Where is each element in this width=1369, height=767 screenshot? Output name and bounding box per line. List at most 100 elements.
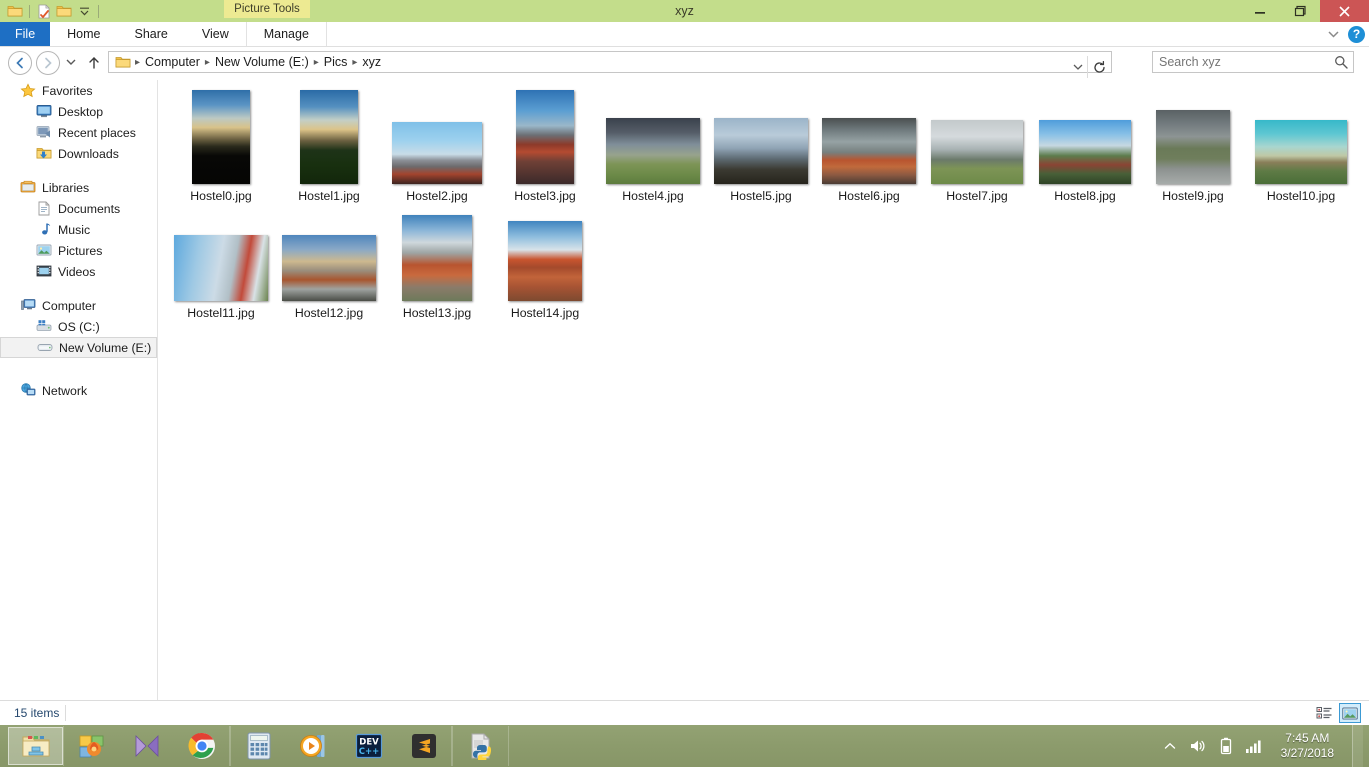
thumbnail-image xyxy=(300,90,358,184)
taskbar-python-idle[interactable] xyxy=(453,727,508,765)
taskbar-group-2: DEV C++ xyxy=(230,726,452,766)
battery-icon[interactable] xyxy=(1217,736,1235,756)
file-item[interactable]: Hostel5.jpg xyxy=(706,84,816,203)
thumbnail-container xyxy=(490,201,600,301)
tab-share[interactable]: Share xyxy=(118,22,185,46)
tab-view[interactable]: View xyxy=(185,22,246,46)
breadcrumb-separator[interactable]: ▸ xyxy=(203,57,212,68)
breadcrumb-new-volume[interactable]: New Volume (E:) xyxy=(212,52,312,72)
breadcrumb-bar[interactable]: ▸ Computer ▸ New Volume (E:) ▸ Pics ▸ xy… xyxy=(108,51,1112,78)
sidebar-group-libraries[interactable]: Libraries xyxy=(0,177,157,198)
up-one-level-button[interactable] xyxy=(85,52,103,72)
file-item[interactable]: Hostel14.jpg xyxy=(490,201,600,320)
chevron-down-icon[interactable] xyxy=(1324,30,1342,38)
taskbar-media-player[interactable] xyxy=(286,727,341,765)
customize-dropdown-icon[interactable] xyxy=(74,1,94,21)
file-item[interactable]: Hostel7.jpg xyxy=(922,84,1032,203)
breadcrumb-computer[interactable]: Computer xyxy=(142,52,203,72)
file-item[interactable]: Hostel4.jpg xyxy=(598,84,708,203)
search-box[interactable] xyxy=(1152,51,1354,73)
file-name: Hostel9.jpg xyxy=(1162,189,1224,203)
drive-icon xyxy=(37,340,53,356)
file-item[interactable]: Hostel13.jpg xyxy=(382,201,492,320)
file-item[interactable]: Hostel8.jpg xyxy=(1030,84,1140,203)
restore-button[interactable] xyxy=(1280,0,1320,22)
search-icon xyxy=(1334,55,1348,72)
file-item[interactable]: Hostel6.jpg xyxy=(814,84,924,203)
file-item[interactable]: Hostel0.jpg xyxy=(166,84,276,203)
volume-icon[interactable] xyxy=(1189,736,1207,756)
file-item[interactable]: Hostel3.jpg xyxy=(490,84,600,203)
address-dropdown-icon[interactable] xyxy=(1068,56,1088,78)
breadcrumb-pics[interactable]: Pics xyxy=(321,52,351,72)
breadcrumb-separator[interactable]: ▸ xyxy=(350,57,359,68)
computer-icon xyxy=(20,298,36,314)
taskbar-photo-gallery[interactable] xyxy=(64,727,119,765)
sidebar-item-os-c[interactable]: OS (C:) xyxy=(0,316,157,337)
sidebar-item-videos[interactable]: Videos xyxy=(0,261,157,282)
new-folder-icon[interactable] xyxy=(54,1,74,21)
file-name: Hostel10.jpg xyxy=(1266,189,1336,203)
taskbar-sublime-text[interactable] xyxy=(396,727,451,765)
system-tray: 7:45 AM 3/27/2018 xyxy=(1161,725,1369,767)
file-name: Hostel12.jpg xyxy=(294,306,364,320)
thumbnail-container xyxy=(1246,84,1356,184)
taskbar: DEV C++ 7:45 AM 3/27/2018 xyxy=(0,725,1369,767)
taskbar-items: DEV C++ xyxy=(8,726,509,766)
quick-access-toolbar xyxy=(0,0,103,22)
taskbar-google-chrome[interactable] xyxy=(174,727,229,765)
close-button[interactable] xyxy=(1320,0,1369,22)
sidebar-item-music[interactable]: Music xyxy=(0,219,157,240)
sidebar-item-pictures[interactable]: Pictures xyxy=(0,240,157,261)
show-hidden-icons-button[interactable] xyxy=(1161,736,1179,756)
sidebar-label: Desktop xyxy=(58,104,104,119)
search-input[interactable] xyxy=(1153,52,1331,72)
details-view-button[interactable] xyxy=(1313,703,1335,723)
thumbnail-container xyxy=(598,84,708,184)
file-item[interactable]: Hostel2.jpg xyxy=(382,84,492,203)
sidebar-item-new-volume-e[interactable]: New Volume (E:) xyxy=(0,337,157,358)
sidebar-group-favorites[interactable]: Favorites xyxy=(0,80,157,101)
sidebar-item-downloads[interactable]: Downloads xyxy=(0,143,157,164)
sidebar-item-documents[interactable]: Documents xyxy=(0,198,157,219)
file-item[interactable]: Hostel9.jpg xyxy=(1138,84,1248,203)
recent-locations-icon[interactable] xyxy=(63,55,79,69)
properties-icon[interactable] xyxy=(34,1,54,21)
tab-file[interactable]: File xyxy=(0,22,51,46)
tab-manage[interactable]: Manage xyxy=(245,22,327,46)
sidebar-label: OS (C:) xyxy=(58,319,100,334)
network-signal-icon[interactable] xyxy=(1245,736,1263,756)
breadcrumb-separator[interactable]: ▸ xyxy=(133,57,142,68)
file-item[interactable]: Hostel11.jpg xyxy=(166,201,276,320)
sidebar-item-desktop[interactable]: Desktop xyxy=(0,101,157,122)
taskbar-movie-maker[interactable] xyxy=(119,727,174,765)
sidebar-group-computer[interactable]: Computer xyxy=(0,295,157,316)
thumbnail-container xyxy=(274,201,384,301)
large-icons-view-button[interactable] xyxy=(1339,703,1361,723)
breadcrumb-xyz[interactable]: xyz xyxy=(359,52,384,72)
forward-button[interactable] xyxy=(36,51,60,75)
folder-icon[interactable] xyxy=(5,1,25,21)
help-button[interactable]: ? xyxy=(1348,25,1365,43)
sidebar-item-recent-places[interactable]: Recent places xyxy=(0,122,157,143)
file-item[interactable]: Hostel1.jpg xyxy=(274,84,384,203)
minimize-button[interactable] xyxy=(1240,0,1280,22)
explorer-window: xyz Picture Tools File Home Share View M… xyxy=(0,0,1369,726)
sidebar-label: Music xyxy=(58,222,91,237)
taskbar-calculator[interactable] xyxy=(231,727,286,765)
taskbar-clock[interactable]: 7:45 AM 3/27/2018 xyxy=(1273,731,1342,761)
refresh-button[interactable] xyxy=(1087,56,1111,78)
back-button[interactable] xyxy=(8,51,32,75)
sidebar-group-network[interactable]: Network xyxy=(0,380,157,401)
tab-home[interactable]: Home xyxy=(50,22,117,46)
thumbnail-container xyxy=(1030,84,1140,184)
breadcrumb-separator[interactable]: ▸ xyxy=(312,57,321,68)
taskbar-file-explorer[interactable] xyxy=(8,727,63,765)
file-item[interactable]: Hostel10.jpg xyxy=(1246,84,1356,203)
file-item[interactable]: Hostel12.jpg xyxy=(274,201,384,320)
taskbar-dev-cpp[interactable]: DEV C++ xyxy=(341,727,396,765)
icon-grid: Hostel0.jpg Hostel1.jpg Hostel2.jpg Host… xyxy=(158,80,1369,320)
show-desktop-button[interactable] xyxy=(1352,725,1363,767)
file-list-view[interactable]: Hostel0.jpg Hostel1.jpg Hostel2.jpg Host… xyxy=(158,80,1369,700)
file-name: Hostel8.jpg xyxy=(1054,189,1116,203)
